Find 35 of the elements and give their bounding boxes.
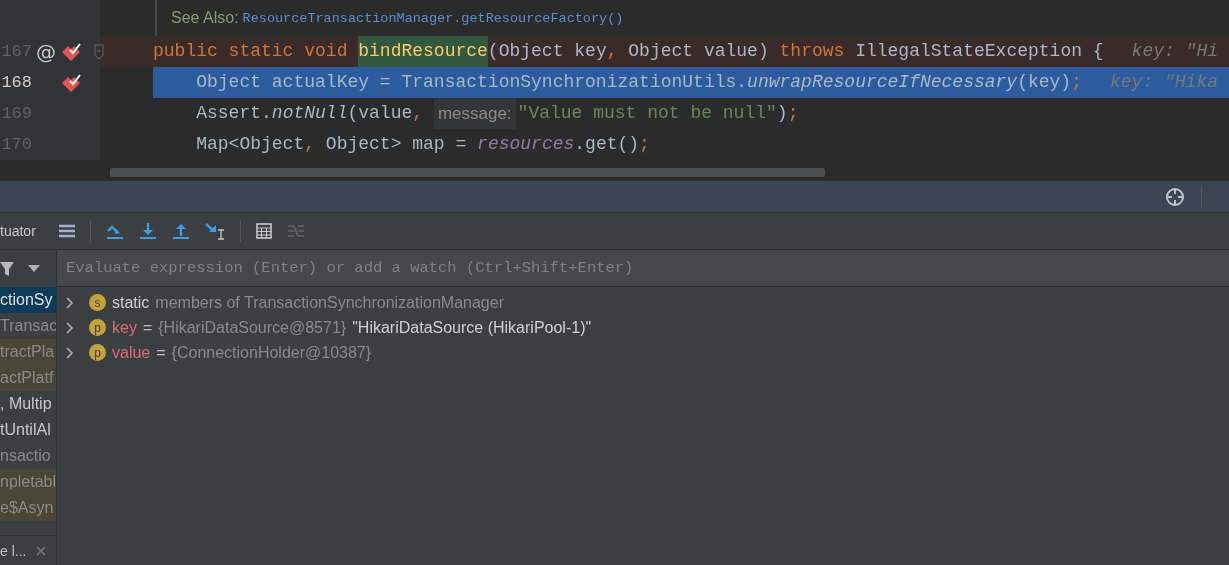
- stack-frame[interactable]: ctionSy: [0, 287, 56, 313]
- code-line: Assert.notNull(value, message: "Value must not be null");: [153, 98, 1229, 129]
- stack-frame[interactable]: , Multip: [0, 391, 56, 417]
- stack-frame[interactable]: Transac: [0, 313, 56, 339]
- doc-link[interactable]: ResourceTransactionManager.getResourceFactory(): [242, 10, 624, 26]
- annotation-marker: @: [35, 39, 57, 64]
- crosshair-icon[interactable]: [1165, 186, 1185, 207]
- step-into-icon[interactable]: [138, 222, 157, 240]
- variable-row[interactable]: s static members of TransactionSynchronizationManager: [57, 290, 1229, 315]
- variable-row[interactable]: p value = {ConnectionHolder@10387}: [57, 340, 1229, 365]
- variable-badge: p: [89, 319, 106, 336]
- evaluate-field[interactable]: Evaluate expression (Enter) or add a watch (Ctrl+Shift+Enter): [57, 250, 1229, 287]
- step-out-icon[interactable]: [171, 222, 190, 240]
- breakpoint-icon: [60, 72, 82, 93]
- variable-badge: s: [89, 294, 106, 311]
- scrollbar[interactable]: [110, 168, 825, 177]
- trace-icon: [286, 223, 305, 239]
- stack-frame[interactable]: tUntilAl: [0, 417, 56, 443]
- code-line: Map<Object, Object> map = resources.get();: [195, 133, 651, 156]
- stack-frame[interactable]: nsactio: [0, 443, 56, 469]
- line-number: 168: [0, 73, 32, 92]
- chevron-icon[interactable]: [65, 296, 75, 309]
- breakpoint-icon: [60, 41, 82, 62]
- doc-label: See Also:: [171, 9, 239, 27]
- calculator-icon[interactable]: [255, 223, 272, 239]
- filter-icon[interactable]: [0, 260, 14, 277]
- run-to-cursor-icon[interactable]: [204, 222, 225, 240]
- variable-badge: p: [89, 344, 106, 361]
- chevron-icon[interactable]: [65, 321, 75, 334]
- dropdown-icon[interactable]: [28, 264, 40, 273]
- variable-row[interactable]: p key = {HikariDataSource@8571} "HikariDataSource (HikariPool-1)": [57, 315, 1229, 340]
- menu-icon[interactable]: [58, 224, 75, 238]
- chevron-icon[interactable]: [65, 346, 75, 359]
- tab-label[interactable]: tuator: [0, 223, 36, 239]
- tab-label[interactable]: e l...: [0, 542, 27, 559]
